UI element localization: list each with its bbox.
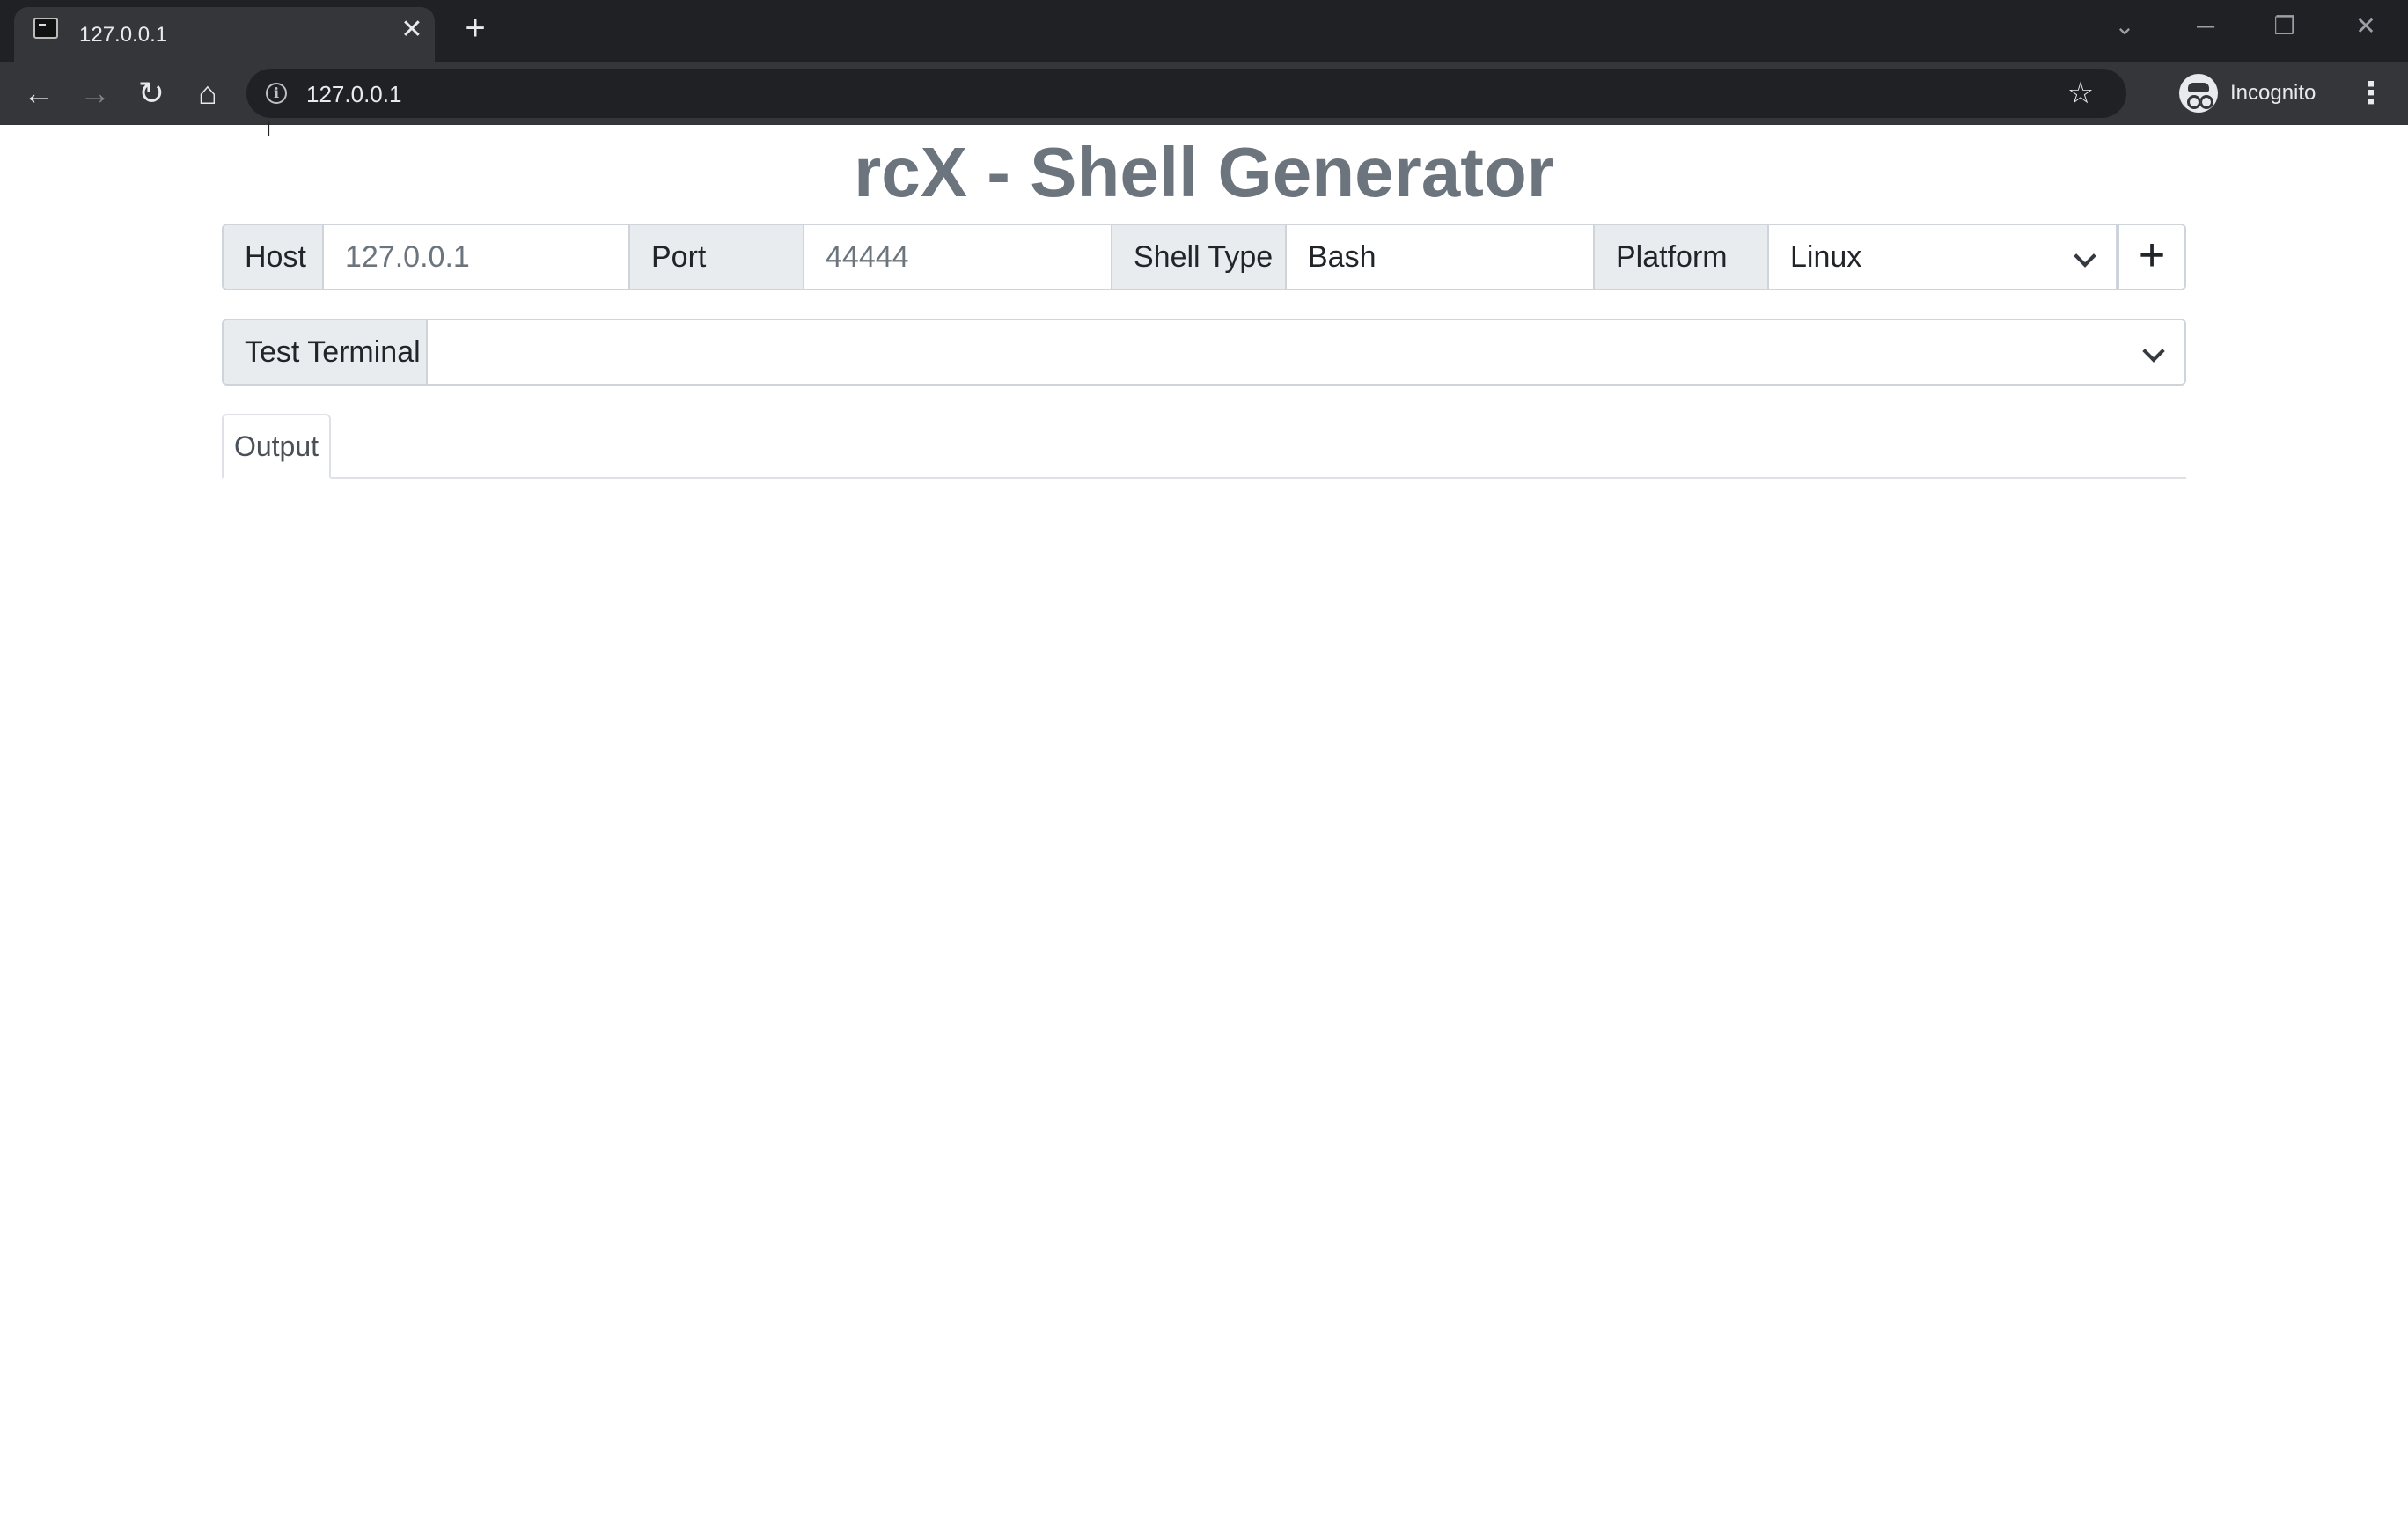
tab-title: 127.0.0.1 <box>79 23 168 47</box>
back-arrow-icon[interactable]: ← <box>19 74 58 113</box>
add-button[interactable]: + <box>2118 224 2186 290</box>
url-text[interactable]: 127.0.0.1 <box>306 81 401 108</box>
address-bar[interactable]: i 127.0.0.1 ☆ <box>246 69 2126 118</box>
browser-menu-icon[interactable]: ⋮ <box>2352 74 2390 113</box>
platform-value: Linux <box>1790 240 1862 274</box>
browser-tabstrip: 127.0.0.1 ✕ + ⌄ ─ ❐ ✕ <box>0 0 2408 62</box>
close-window-icon[interactable]: ✕ <box>2339 7 2392 46</box>
chevron-down-icon <box>2074 245 2096 268</box>
page-content: rcX - Shell Generator Host 127.0.0.1 Por… <box>0 125 2408 1535</box>
shell-options-group: Host 127.0.0.1 Port 44444 Shell Type Bas… <box>222 224 2186 290</box>
page-title: rcX - Shell Generator <box>854 133 1554 211</box>
shell-type-input[interactable]: Bash <box>1287 224 1595 290</box>
shell-type-label: Shell Type <box>1112 224 1287 290</box>
chevron-down-icon <box>2142 340 2165 363</box>
home-icon[interactable]: ⌂ <box>188 74 227 113</box>
restore-icon[interactable]: ❐ <box>2258 7 2311 46</box>
forward-arrow-icon[interactable]: → <box>76 74 114 113</box>
browser-tab[interactable]: 127.0.0.1 ✕ <box>14 7 435 62</box>
terminal-favicon-icon <box>33 18 58 39</box>
platform-select[interactable]: Linux <box>1769 224 2118 290</box>
site-info-icon[interactable]: i <box>266 83 287 104</box>
incognito-badge[interactable]: Incognito <box>2172 67 2380 120</box>
new-tab-button[interactable]: + <box>456 11 495 49</box>
close-tab-icon[interactable]: ✕ <box>398 16 426 44</box>
minimize-icon[interactable]: ─ <box>2179 7 2232 46</box>
incognito-icon <box>2179 74 2218 113</box>
host-input[interactable]: 127.0.0.1 <box>324 224 630 290</box>
test-terminal-label: Test Terminal <box>222 319 428 386</box>
port-input[interactable]: 44444 <box>804 224 1112 290</box>
test-terminal-select[interactable] <box>428 319 2186 386</box>
test-terminal-group: Test Terminal <box>222 319 2186 386</box>
incognito-label: Incognito <box>2230 81 2316 105</box>
platform-label: Platform <box>1595 224 1769 290</box>
tab-search-icon[interactable]: ⌄ <box>2098 7 2151 46</box>
bookmark-star-icon[interactable]: ☆ <box>2063 76 2098 111</box>
reload-icon[interactable]: ↻ <box>132 74 171 113</box>
port-label: Port <box>630 224 804 290</box>
tab-output[interactable]: Output <box>222 414 331 479</box>
output-tabs: Output <box>222 414 2186 479</box>
text-cursor-icon: I <box>266 118 272 140</box>
browser-toolbar: ← → ↻ ⌂ i 127.0.0.1 ☆ Incognito ⋮ <box>0 62 2408 125</box>
host-label: Host <box>222 224 324 290</box>
